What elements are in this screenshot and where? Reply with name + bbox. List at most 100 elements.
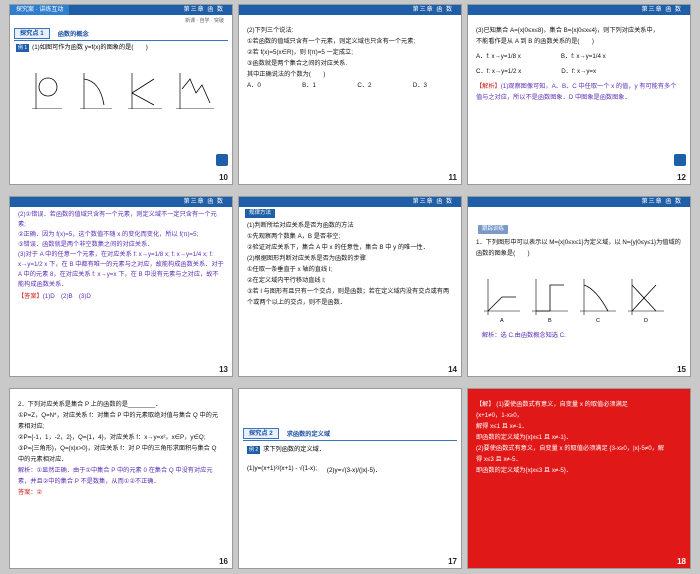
text-line: 不能看作是从 A 到 B 的函数关系的是( ): [476, 38, 594, 45]
section-rule: [14, 40, 228, 41]
text-line: 2．下列对应关系是集合 P 上的函数的是________．: [18, 401, 162, 408]
section-box: 探究点 1: [14, 27, 50, 39]
text-line: 即函数的定义域为{x|x≤1 且 x≠-1}．: [476, 434, 573, 441]
analysis: 解析：①显然正确．由于①中集合 P 中的元素 0 在集合 Q 中没有对应元素，并…: [18, 467, 213, 485]
option-a: A．f: x→y=1/8 x: [476, 53, 521, 60]
text-line: ①先观察两个数集 A，B 是否非空;: [247, 233, 341, 240]
solution-tag: 【解】: [476, 401, 495, 408]
option-b: B．1: [302, 82, 316, 89]
label-b: B: [548, 318, 552, 323]
option-c: C．2: [357, 82, 372, 89]
graph-options: A B C D: [484, 279, 664, 323]
option-d: D．f: x→y=x: [561, 68, 597, 75]
text-line: 解得 x≤1 且 x≠-1．: [476, 423, 528, 430]
graph-b: [80, 73, 112, 109]
options-row: A．0 B．1 C．2 D．3: [247, 80, 427, 91]
answer-text: (1)D (2)B (3)D: [42, 293, 91, 300]
graph-options: A B C D: [32, 73, 214, 109]
slide-header-bar: 探究案 · 讲练互动 第三章 函 数: [10, 5, 232, 15]
slide-10[interactable]: 探究案 · 讲练互动 第三章 函 数 新课 · 自学 · 突破 探究点 1 函数…: [9, 4, 233, 185]
slide-header-bar: 第三章 函 数: [10, 197, 232, 207]
slide-header-bar: 第三章 函 数: [239, 5, 461, 15]
analysis: 解析：选 C.由函数概念知选 C.: [482, 332, 566, 339]
graph-c: [128, 73, 162, 109]
graph-d: [176, 73, 214, 109]
slide-header-bar: 第三章 函 数: [468, 197, 690, 207]
section-header: 探究点 2 求函数的定义域: [243, 427, 457, 439]
slide-12[interactable]: 第三章 函 数 (3)已知集合 A={x|0≤x≤8}，集合 B={x|0≤x≤…: [467, 4, 691, 185]
example-tag: 例 1: [16, 44, 30, 52]
option-c: C．f: x→y=1/2 x: [476, 68, 522, 75]
slide-18[interactable]: 【解】 (1)要使函数式有意义，自变量 x 的取值必须满足 {x+1≠0，1-x…: [467, 388, 691, 569]
function-1: (1)y=(x+1)²/(x+1) - √(1-x);: [247, 465, 317, 472]
text-line: 1．下列图形中可以表示以 M={x|0≤x≤1}为定义域，以 N={y|0≤y≤…: [476, 239, 681, 257]
slide-17[interactable]: 探究点 2 求函数的定义域 例 2 求下列函数的定义域． (1)y=(x+1)²/…: [238, 388, 462, 569]
question-text: 求下列函数的定义域．: [263, 446, 326, 453]
slide-body: 2．下列对应关系是集合 P 上的函数的是________． ①P=Z，Q=N*，…: [18, 399, 224, 498]
text-line: ③若 l 与图形有且只有一个交点，则是函数；若在定义域内没有交点或有两个或两个以…: [247, 288, 450, 306]
page-number: 17: [448, 557, 457, 566]
text-line: {x+1≠0，1-x≥0，: [476, 412, 523, 419]
text-line: 即函数的定义域为{x|x≤3 且 x≠-5}．: [476, 467, 573, 474]
practice-box: 跟踪训练: [478, 225, 509, 234]
slide-15[interactable]: 第三章 函 数 跟踪训练 1．下列图形中可以表示以 M={x|0≤x≤1}为定义…: [467, 196, 691, 377]
functions-row: (1)y=(x+1)²/(x+1) - √(1-x); (2)y=√(3-x)/…: [247, 465, 381, 474]
text-line: ①若函数的值域只含有一个元素，则定义域也只含有一个元素;: [247, 38, 416, 45]
return-button[interactable]: [216, 154, 228, 166]
page-number: 13: [219, 365, 228, 374]
options-row-2: C．f: x→y=1/2 x D．f: x→y=x: [476, 66, 682, 77]
question-line: 例 2 求下列函数的定义域．: [247, 445, 325, 455]
text-line: ①任取一条垂直于 x 轴的直线 l;: [247, 266, 332, 273]
analysis-text: (1)观察图像可知，A、B、C 中任取一个 x 的值，y 有可能有多个值与之对应…: [476, 83, 677, 101]
text-line: (2)下列三个说法:: [247, 27, 294, 34]
label-c: C: [596, 318, 600, 323]
solution-line-1: 【解】 (1)要使函数式有意义，自变量 x 的取值必须满足: [476, 399, 682, 410]
slide-16[interactable]: 2．下列对应关系是集合 P 上的函数的是________． ①P=Z，Q=N*，…: [9, 388, 233, 569]
graph-a: [484, 279, 520, 315]
slide-11[interactable]: 第三章 函 数 (2)下列三个说法: ①若函数的值域只含有一个元素，则定义域也只…: [238, 4, 462, 185]
graph-d: [628, 279, 664, 315]
text-line: 其中正确说法的个数为( ): [247, 71, 326, 78]
page-number: 18: [677, 557, 686, 566]
chapter-tag: 第三章 函 数: [412, 199, 453, 205]
options-row-1: A．f: x→y=1/8 x B．f: x→y=1/4 x: [476, 51, 682, 62]
label-a: A: [500, 318, 504, 323]
slide-header-bar: 第三章 函 数: [239, 197, 461, 207]
slide-body: (1)判断所给对应关系是否为函数的方法 ①先观察两个数集 A，B 是否非空; ②…: [247, 220, 453, 308]
text-line: (1)要使函数式有意义，自变量 x 的取值必须满足: [496, 401, 628, 408]
text-line: 得 x≤3 且 x≠-5．: [476, 456, 522, 463]
text-line: (2)根据图形判断对应关系是否为函数的步骤: [247, 255, 366, 262]
example-tag: 例 2: [247, 446, 261, 454]
text-line: ③P={三角形}，Q={x|x>0}，对应关系 f：对 P 中的三角形求面积与集…: [18, 445, 217, 463]
header-left-tag: 探究案 · 讲练互动: [10, 5, 70, 15]
chapter-tag: 第三章 函 数: [183, 7, 224, 13]
text-line: (3)对于 A 中的任意一个元素，在对应关系 f: x→y=1/8 x; f: …: [18, 251, 224, 288]
breadcrumb: 新课 · 自学 · 突破: [185, 18, 224, 24]
text-line: (3)已知集合 A={x|0≤x≤8}，集合 B={x|0≤x≤4}，则下列对应…: [476, 27, 659, 34]
page-number: 15: [677, 365, 686, 374]
method-box: 规律方法: [245, 209, 276, 218]
slide-body: (2)下列三个说法: ①若函数的值域只含有一个元素，则定义域也只含有一个元素; …: [247, 25, 453, 91]
label-d: D: [644, 318, 648, 323]
slide-14[interactable]: 第三章 函 数 规律方法 (1)判断所给对应关系是否为函数的方法 ①先观察两个数…: [238, 196, 462, 377]
page-number: 10: [219, 173, 228, 182]
return-button[interactable]: [674, 154, 686, 166]
option-a: A．0: [247, 82, 261, 89]
slide-13[interactable]: 第三章 函 数 (2)①错误．若函数的值域只含有一个元素，则定义域不一定只含有一…: [9, 196, 233, 377]
chapter-tag: 第三章 函 数: [183, 199, 224, 205]
graph-c: [580, 279, 616, 315]
slide-body: 【解】 (1)要使函数式有意义，自变量 x 的取值必须满足 {x+1≠0，1-x…: [476, 399, 682, 476]
slide-body: (2)①错误．若函数的值域只含有一个元素，则定义域不一定只含有一个元素; ②正确…: [18, 210, 224, 302]
text-line: ①P=Z，Q=N*，对应关系 f：对集合 P 中的元素取绝对值与集合 Q 中的元…: [18, 412, 219, 430]
text-line: ③错误．函数就是两个非空数集之间的对应关系．: [18, 241, 154, 248]
slide-header-bar: 第三章 函 数: [468, 5, 690, 15]
question-text: (1)如图可作为函数 y=f(x)的图象的是( ): [32, 44, 148, 51]
text-line: ③函数就是两个集合之间的对应关系.: [247, 60, 348, 67]
page-number: 14: [448, 365, 457, 374]
slide-body: 1．下列图形中可以表示以 M={x|0≤x≤1}为定义域，以 N={y|0≤y≤…: [476, 237, 682, 259]
option-b: B．f: x→y=1/4 x: [560, 53, 606, 60]
question-line: 例 1 (1)如图可作为函数 y=f(x)的图象的是( ): [16, 43, 226, 53]
section-rule: [243, 440, 457, 441]
chapter-tag: 第三章 函 数: [412, 7, 453, 13]
text-line: (1)判断所给对应关系是否为函数的方法: [247, 222, 354, 229]
